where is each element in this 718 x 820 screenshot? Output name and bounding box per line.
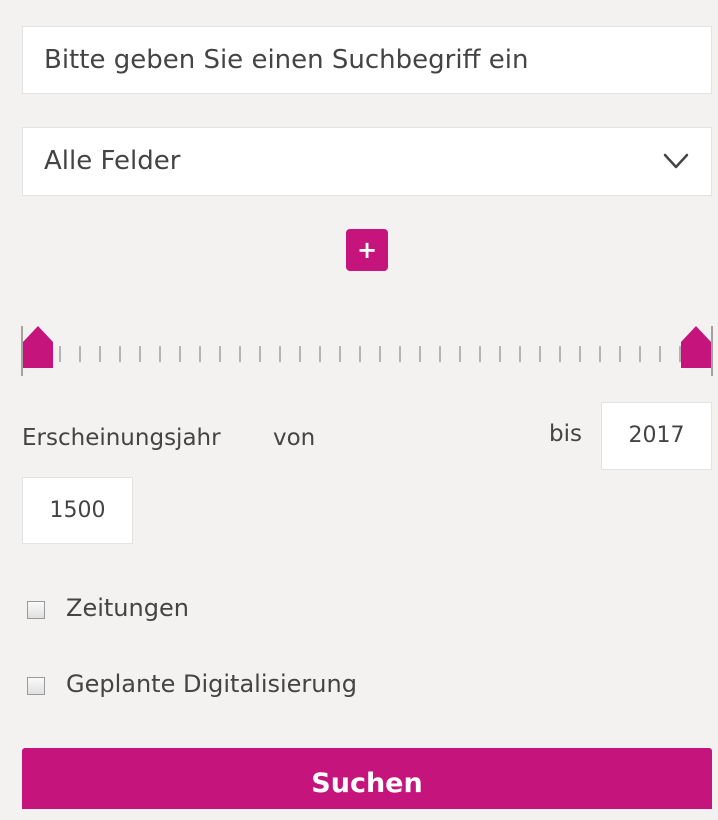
chevron-down-icon (663, 153, 689, 169)
year-to-value: 2017 (628, 423, 685, 448)
year-to-input[interactable]: 2017 (601, 402, 712, 470)
slider-handle-to[interactable] (681, 326, 711, 368)
zeitungen-checkbox[interactable] (27, 601, 45, 619)
field-select-value: Alle Felder (44, 146, 181, 176)
year-label: Erscheinungsjahr (22, 425, 221, 451)
search-input[interactable]: Bitte geben Sie einen Suchbegriff ein (22, 26, 712, 94)
year-from-input[interactable]: 1500 (22, 477, 133, 544)
plus-icon: + (356, 236, 378, 264)
slider-handle-from[interactable] (23, 326, 53, 368)
geplante-digitalisierung-checkbox[interactable] (27, 677, 45, 695)
search-submit-label: Suchen (311, 768, 423, 799)
add-search-field-button[interactable]: + (346, 229, 388, 271)
geplante-digitalisierung-label: Geplante Digitalisierung (66, 670, 357, 698)
year-range-slider[interactable] (20, 318, 714, 378)
year-to-label: bis (549, 421, 582, 447)
search-placeholder: Bitte geben Sie einen Suchbegriff ein (44, 45, 529, 75)
field-select[interactable]: Alle Felder (22, 127, 712, 196)
year-from-value: 1500 (49, 498, 106, 523)
zeitungen-label: Zeitungen (66, 594, 189, 622)
slider-ticks (59, 346, 681, 362)
search-submit-button[interactable]: Suchen (22, 748, 712, 809)
year-from-label: von (273, 425, 316, 451)
